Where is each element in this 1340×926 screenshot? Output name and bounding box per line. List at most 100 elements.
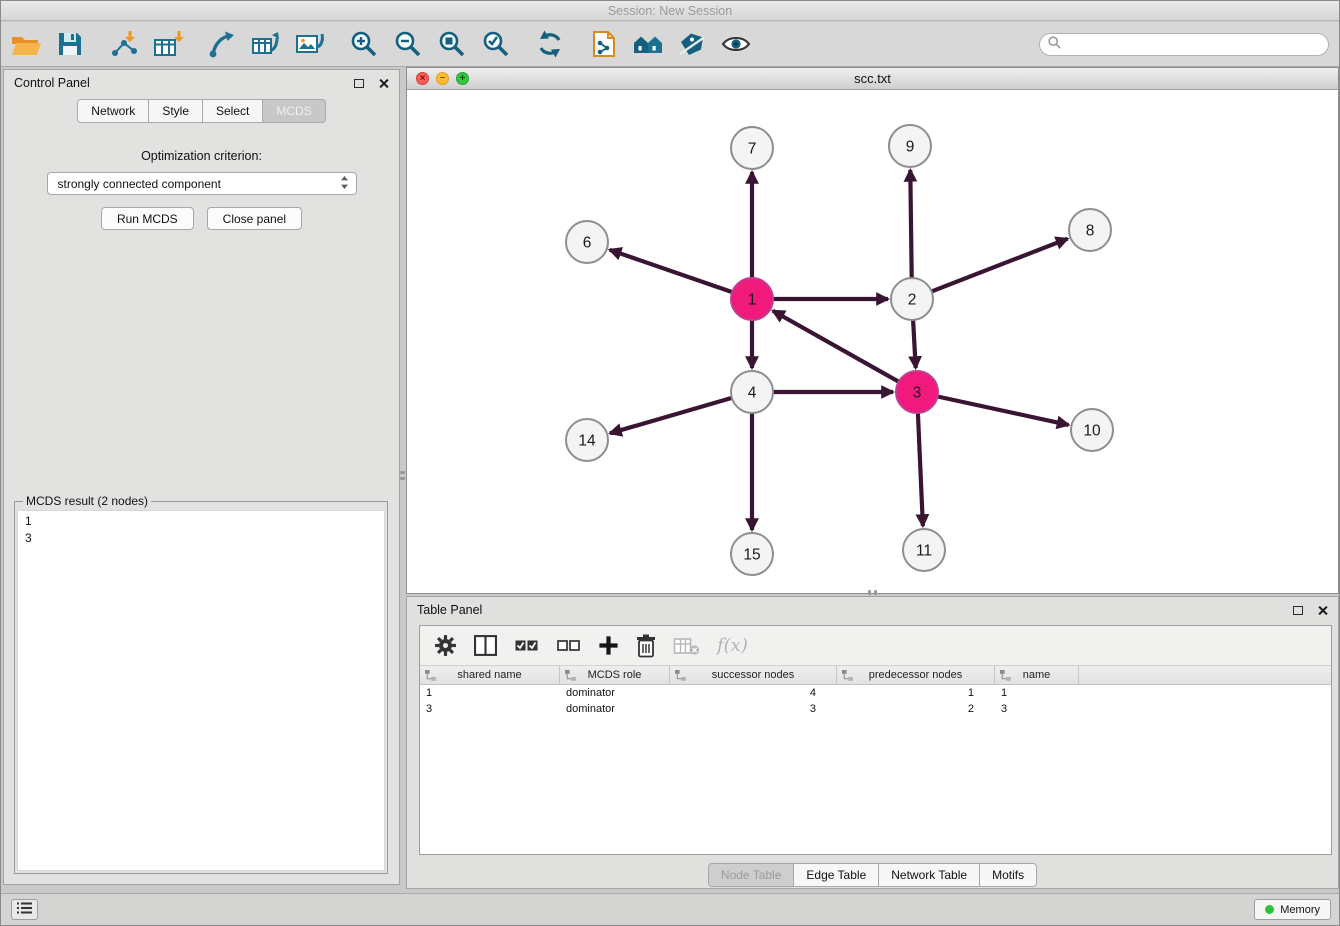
control-tab-style[interactable]: Style bbox=[149, 99, 203, 123]
column-header-successor-nodes[interactable]: successor nodes bbox=[670, 666, 837, 684]
control-panel-tabs: NetworkStyleSelectMCDS bbox=[4, 99, 399, 123]
window-zoom-icon[interactable] bbox=[456, 72, 469, 85]
graph-node-4[interactable]: 4 bbox=[731, 371, 773, 413]
table-panel-header: Table Panel bbox=[407, 597, 1338, 623]
edge-3-to-10[interactable] bbox=[938, 397, 1069, 425]
graph-node-14[interactable]: 14 bbox=[566, 419, 608, 461]
first-neighbors-icon[interactable] bbox=[631, 27, 665, 61]
edge-2-to-3[interactable] bbox=[913, 320, 916, 368]
graph-node-1[interactable]: 1 bbox=[731, 278, 773, 320]
node-label: 4 bbox=[748, 385, 757, 402]
edge-3-to-1[interactable] bbox=[773, 311, 899, 382]
save-session-icon[interactable] bbox=[53, 27, 87, 61]
graph-node-8[interactable]: 8 bbox=[1069, 209, 1111, 251]
node-label: 2 bbox=[908, 292, 917, 309]
mcds-result-area[interactable]: 13 bbox=[17, 510, 385, 871]
table-cell: 3 bbox=[670, 701, 837, 717]
column-header-label: MCDS role bbox=[588, 669, 642, 681]
search-field[interactable] bbox=[1039, 33, 1329, 56]
zoom-out-icon[interactable] bbox=[391, 27, 425, 61]
float-panel-icon[interactable] bbox=[354, 79, 364, 88]
table-tab-motifs[interactable]: Motifs bbox=[980, 863, 1037, 887]
zoom-in-icon[interactable] bbox=[347, 27, 381, 61]
add-row-icon[interactable] bbox=[598, 630, 619, 662]
graph-node-9[interactable]: 9 bbox=[889, 125, 931, 167]
float-table-panel-icon[interactable] bbox=[1293, 606, 1303, 615]
table-row[interactable]: 1dominator411 bbox=[420, 685, 1331, 701]
column-tree-icon bbox=[841, 669, 854, 685]
zoom-selected-icon[interactable] bbox=[479, 27, 513, 61]
graph-node-11[interactable]: 11 bbox=[903, 529, 945, 571]
table-cell: dominator bbox=[560, 685, 670, 701]
selected-option-label: strongly connected component bbox=[58, 177, 340, 191]
network-canvas[interactable]: 7 9 6 8 1 2 4 3 14 10 15 11 bbox=[407, 90, 1338, 593]
annotation-tag-icon[interactable] bbox=[675, 27, 709, 61]
deselect-all-rows-icon[interactable] bbox=[556, 630, 581, 662]
search-icon bbox=[1048, 36, 1061, 54]
window-close-icon[interactable] bbox=[416, 72, 429, 85]
open-file-icon[interactable] bbox=[9, 27, 43, 61]
search-input[interactable] bbox=[1066, 36, 1318, 53]
edge-3-to-11[interactable] bbox=[918, 413, 923, 526]
window-minimize-icon[interactable] bbox=[436, 72, 449, 85]
edge-4-to-14[interactable] bbox=[610, 398, 732, 433]
memory-status-icon bbox=[1265, 905, 1274, 914]
table-row[interactable]: 3dominator323 bbox=[420, 701, 1331, 717]
column-header-shared-name[interactable]: shared name bbox=[420, 666, 560, 684]
control-tab-mcds[interactable]: MCDS bbox=[263, 99, 325, 123]
graph-node-3[interactable]: 3 bbox=[896, 371, 938, 413]
node-table-container: f(x) shared nameMCDS rolesuccessor nodes… bbox=[419, 625, 1332, 855]
import-table-icon[interactable] bbox=[151, 27, 185, 61]
table-panel: Table Panel f(x) shared nameMCDS rolesuc… bbox=[406, 596, 1339, 889]
application-window: Session: New Session Control Panel Netwo… bbox=[0, 0, 1340, 926]
table-tab-edge-table[interactable]: Edge Table bbox=[794, 863, 879, 887]
graph-node-10[interactable]: 10 bbox=[1071, 409, 1113, 451]
graph-node-2[interactable]: 2 bbox=[891, 278, 933, 320]
close-table-panel-icon[interactable] bbox=[1317, 605, 1328, 616]
export-table-icon[interactable] bbox=[249, 27, 283, 61]
import-network-icon[interactable] bbox=[107, 27, 141, 61]
table-cell: 2 bbox=[837, 701, 995, 717]
graph-node-15[interactable]: 15 bbox=[731, 533, 773, 575]
column-header-label: predecessor nodes bbox=[869, 669, 963, 681]
edge-2-to-8[interactable] bbox=[932, 239, 1068, 292]
task-history-button[interactable] bbox=[11, 899, 38, 920]
control-tab-network[interactable]: Network bbox=[77, 99, 149, 123]
control-tab-select[interactable]: Select bbox=[203, 99, 263, 123]
table-cell: 1 bbox=[995, 685, 1079, 701]
mcds-result-title: MCDS result (2 nodes) bbox=[23, 494, 151, 508]
column-header-name[interactable]: name bbox=[995, 666, 1079, 684]
table-panel-tabs: Node TableEdge TableNetwork TableMotifs bbox=[407, 863, 1338, 887]
select-stepper-icon bbox=[340, 175, 349, 193]
show-hide-eye-icon[interactable] bbox=[719, 27, 753, 61]
control-panel: Control Panel NetworkStyleSelectMCDS Opt… bbox=[3, 69, 400, 885]
table-tab-node-table[interactable]: Node Table bbox=[708, 863, 795, 887]
vertical-splitter-grip[interactable] bbox=[400, 463, 405, 487]
table-settings-gear-icon[interactable] bbox=[434, 630, 457, 662]
zoom-fit-icon[interactable] bbox=[435, 27, 469, 61]
network-window-title: scc.txt bbox=[854, 71, 891, 86]
memory-button[interactable]: Memory bbox=[1254, 899, 1331, 920]
select-all-rows-icon[interactable] bbox=[514, 630, 539, 662]
memory-label: Memory bbox=[1280, 904, 1320, 916]
column-header-predecessor-nodes[interactable]: predecessor nodes bbox=[837, 666, 995, 684]
delete-row-icon[interactable] bbox=[636, 630, 656, 662]
column-header-label: successor nodes bbox=[712, 669, 795, 681]
graph-node-6[interactable]: 6 bbox=[566, 221, 608, 263]
control-panel-header: Control Panel bbox=[4, 70, 399, 96]
optimization-criterion-select[interactable]: strongly connected component bbox=[47, 172, 357, 195]
horizontal-splitter-grip[interactable] bbox=[861, 590, 883, 595]
graph-node-7[interactable]: 7 bbox=[731, 127, 773, 169]
edge-2-to-9[interactable] bbox=[910, 170, 911, 278]
run-mcds-button[interactable]: Run MCDS bbox=[101, 207, 194, 230]
share-network-icon[interactable] bbox=[205, 27, 239, 61]
column-header-MCDS-role[interactable]: MCDS role bbox=[560, 666, 670, 684]
refresh-network-icon[interactable] bbox=[533, 27, 567, 61]
close-panel-icon[interactable] bbox=[378, 78, 389, 89]
new-network-from-selection-icon[interactable] bbox=[587, 27, 621, 61]
show-columns-icon[interactable] bbox=[474, 630, 497, 662]
edge-1-to-6[interactable] bbox=[610, 250, 733, 292]
table-tab-network-table[interactable]: Network Table bbox=[879, 863, 980, 887]
close-panel-button[interactable]: Close panel bbox=[207, 207, 302, 230]
export-image-icon[interactable] bbox=[293, 27, 327, 61]
